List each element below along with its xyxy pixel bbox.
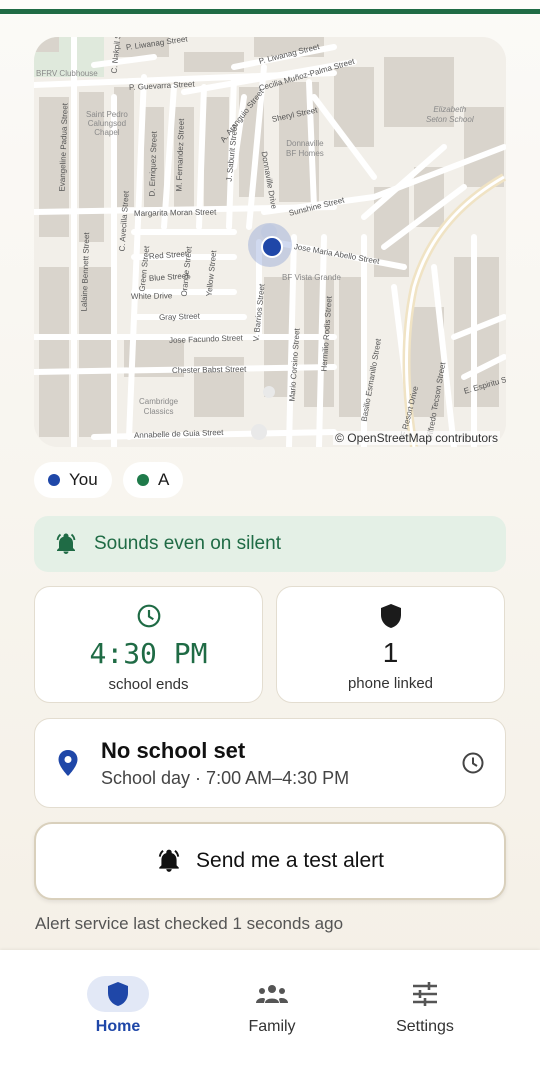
school-end-time: 4:30 PM — [89, 637, 208, 670]
nav-tab-home[interactable]: Home — [43, 976, 193, 1036]
bell-icon — [158, 849, 180, 872]
location-pin-icon — [58, 750, 78, 776]
bottom-navigation: Home Family Settings — [0, 950, 540, 1078]
sliders-icon — [413, 982, 437, 1006]
legend-chip-a[interactable]: A — [123, 462, 184, 498]
school-info: No school set School day · 7:00 AM–4:30 … — [101, 738, 349, 789]
nav-family-label: Family — [248, 1018, 296, 1035]
clock-icon[interactable] — [461, 751, 485, 775]
clock-icon — [137, 604, 160, 628]
bell-icon — [56, 533, 76, 554]
map-place-label: BFRV Clubhouse — [36, 69, 98, 78]
nav-settings-pill — [394, 976, 456, 1012]
school-end-label: school ends — [108, 676, 189, 693]
school-settings-card[interactable]: No school set School day · 7:00 AM–4:30 … — [34, 718, 506, 808]
people-icon — [256, 985, 288, 1003]
map-street-label: Chester Babst Street — [171, 364, 247, 375]
map-street-label: Margarita Moran Street — [133, 207, 217, 218]
nav-tab-family[interactable]: Family — [197, 976, 347, 1036]
shield-icon — [108, 982, 128, 1006]
map-place-label: Donnaville BF Homes — [286, 139, 324, 158]
test-alert-label: Send me a test alert — [196, 849, 384, 872]
a-dot-icon — [137, 474, 149, 486]
legend-a-label: A — [158, 470, 170, 489]
linked-phones-card[interactable]: 1 phone linked — [276, 586, 505, 703]
linked-phones-count: 1 — [382, 637, 399, 668]
nav-tab-settings[interactable]: Settings — [350, 976, 500, 1036]
school-hours: School day · 7:00 AM–4:30 PM — [101, 767, 350, 788]
you-location-marker[interactable] — [248, 223, 292, 267]
nav-settings-label: Settings — [396, 1018, 454, 1035]
map-street-label: Gray Street — [158, 311, 201, 322]
legend-chip-you[interactable]: You — [34, 462, 112, 498]
school-end-time-card[interactable]: 4:30 PM school ends — [34, 586, 263, 703]
linked-phones-label: phone linked — [347, 675, 434, 692]
map-place-label: Cambridge Classics — [139, 397, 179, 416]
nav-family-pill — [241, 976, 303, 1012]
map-street-label: White Drive — [130, 291, 173, 301]
silent-mode-banner: Sounds even on silent — [34, 516, 506, 572]
nav-home-pill — [87, 976, 149, 1012]
send-test-alert-button[interactable]: Send me a test alert — [34, 822, 506, 900]
top-accent-bar — [0, 0, 540, 15]
you-dot-icon — [48, 474, 60, 486]
legend-you-label: You — [69, 470, 98, 489]
map-view[interactable]: P. Liwanag Street P. Liwanag Street C. N… — [34, 37, 506, 447]
shield-icon — [380, 604, 401, 628]
map-place-label: BF Vista Grande — [282, 273, 341, 282]
map-place-label: Elizabeth Seton School — [426, 105, 474, 124]
map-place-label: Saint Pedro Calungsod Chapel — [86, 110, 128, 137]
map-attribution[interactable]: © OpenStreetMap contributors — [333, 431, 500, 445]
silent-banner-text: Sounds even on silent — [94, 533, 281, 554]
last-checked-status: Alert service last checked 1 seconds ago — [35, 914, 344, 933]
school-title: No school set — [101, 737, 246, 763]
nav-home-label: Home — [95, 1018, 141, 1035]
